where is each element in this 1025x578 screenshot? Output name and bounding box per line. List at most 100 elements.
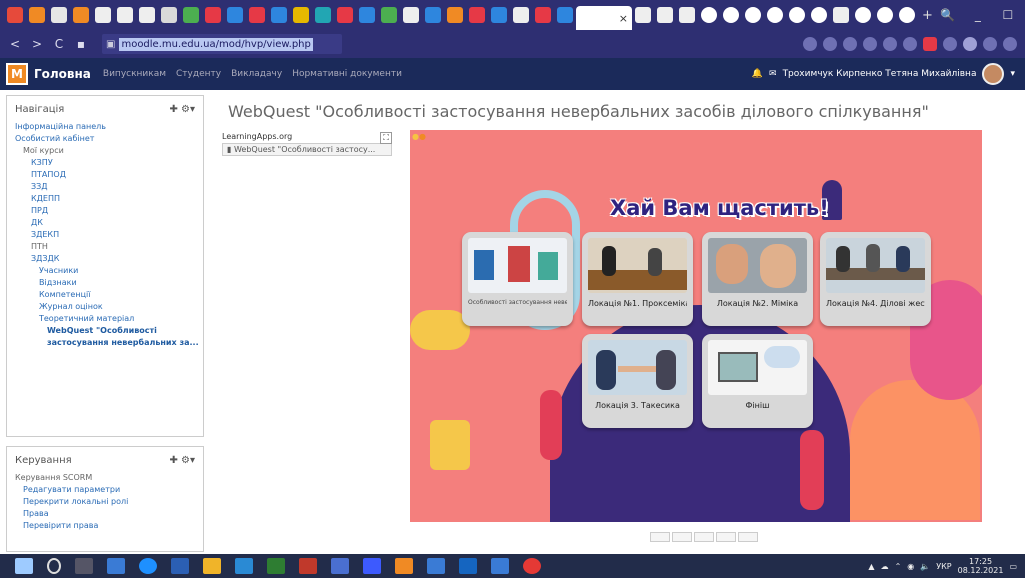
user-name[interactable]: Трохимчук Кирпенко Тетяна Михайлівна	[783, 69, 977, 79]
forward-button[interactable]: >	[28, 37, 46, 51]
nav-item[interactable]: Учасники	[15, 265, 203, 277]
nav-item[interactable]: ЗЗД	[15, 181, 203, 193]
tab-favicon[interactable]	[249, 7, 265, 23]
location-card[interactable]: Фініш	[702, 334, 813, 428]
tab-favicon[interactable]	[337, 7, 353, 23]
taskbar-app-icon[interactable]	[299, 558, 317, 574]
nav-item[interactable]: Особистий кабінет	[15, 133, 203, 145]
location-card[interactable]: Локація 3. Такесика	[582, 334, 693, 428]
excel-icon[interactable]	[267, 558, 285, 574]
start-icon[interactable]	[15, 558, 33, 574]
extension-icon[interactable]	[903, 37, 917, 51]
new-tab-button[interactable]: +	[922, 8, 933, 23]
volume-icon[interactable]: 🔈	[920, 562, 930, 571]
extension-icon[interactable]	[803, 37, 817, 51]
search-icon[interactable]	[47, 558, 61, 574]
notifications-icon[interactable]: 🔔	[752, 69, 763, 79]
tab-favicon[interactable]	[679, 7, 695, 23]
extension-icon[interactable]	[823, 37, 837, 51]
tab-favicon[interactable]	[161, 7, 177, 23]
tab-favicon[interactable]	[701, 7, 717, 23]
active-tab[interactable]: ×	[576, 6, 632, 30]
menu-documents[interactable]: Нормативні документи	[292, 69, 402, 79]
nav-item[interactable]: ЗДЗДК	[15, 253, 203, 265]
nav-item[interactable]: ПРД	[15, 205, 203, 217]
network-icon[interactable]: ◉	[907, 562, 914, 571]
taskbar-app-icon[interactable]	[235, 558, 253, 574]
menu-teacher[interactable]: Викладачу	[231, 69, 282, 79]
extension-icon[interactable]	[863, 37, 877, 51]
taskbar-app-icon[interactable]	[171, 558, 189, 574]
extension-icon[interactable]	[923, 37, 937, 51]
tab-favicon[interactable]	[183, 7, 199, 23]
tab-favicon[interactable]	[271, 7, 287, 23]
tab-favicon[interactable]	[811, 7, 827, 23]
tab-favicon[interactable]	[557, 7, 573, 23]
taskbar-app-icon[interactable]	[459, 558, 477, 574]
taskbar-app-icon[interactable]	[331, 558, 349, 574]
learningapps-title[interactable]: LearningApps.org	[222, 132, 392, 141]
taskbar-app-icon[interactable]	[395, 558, 413, 574]
user-menu-chevron-icon[interactable]: ▾	[1010, 69, 1015, 79]
maximize-button[interactable]: ☐	[993, 8, 1023, 22]
tray-icon[interactable]: ☁	[881, 562, 889, 571]
tab-favicon[interactable]	[117, 7, 133, 23]
location-card[interactable]: Особливості застосування невербальних за…	[462, 232, 573, 326]
language-indicator[interactable]: УКР	[936, 562, 951, 571]
location-card[interactable]: Локація №1. Проксеміка	[582, 232, 693, 326]
reload-button[interactable]: C	[50, 37, 68, 51]
tab-favicon[interactable]	[745, 7, 761, 23]
location-card[interactable]: Локація №2. Міміка	[702, 232, 813, 326]
nav-item[interactable]: Теоретичний матеріал	[15, 313, 203, 325]
extension-icon[interactable]	[843, 37, 857, 51]
back-button[interactable]: <	[6, 37, 24, 51]
nav-item[interactable]: Права	[15, 508, 203, 520]
nav-item[interactable]: ПТН	[15, 241, 203, 253]
tab-favicon[interactable]	[315, 7, 331, 23]
nav-item[interactable]: Інформаційна панель	[15, 121, 203, 133]
task-view-icon[interactable]	[75, 558, 93, 574]
clock[interactable]: 17:25 08.12.2021	[958, 557, 1004, 575]
block-actions-icon[interactable]: ✚ ⚙▾	[169, 455, 195, 466]
tab-favicon[interactable]	[767, 7, 783, 23]
avatar[interactable]	[982, 63, 1005, 85]
tray-icon[interactable]: ▲	[868, 562, 874, 571]
messages-icon[interactable]: ✉	[769, 69, 777, 79]
nav-item[interactable]: Перекрити локальні ролі	[15, 496, 203, 508]
search-tabs-icon[interactable]: 🔍	[933, 8, 963, 22]
site-logo[interactable]: М	[6, 63, 28, 85]
file-explorer-icon[interactable]	[203, 558, 221, 574]
tab-favicon[interactable]	[513, 7, 529, 23]
extension-icon[interactable]	[983, 37, 997, 51]
tab-favicon[interactable]	[447, 7, 463, 23]
home-icon[interactable]: ▪	[72, 37, 90, 51]
tab-favicon[interactable]	[833, 7, 849, 23]
tray-icon[interactable]: ⌃	[895, 562, 902, 571]
nav-item[interactable]: ПТАПОД	[15, 169, 203, 181]
tab-favicon[interactable]	[635, 7, 651, 23]
url-input[interactable]: ▣ moodle.mu.edu.ua/mod/hvp/view.php	[102, 34, 342, 54]
chrome-icon[interactable]	[523, 558, 541, 574]
tab-favicon[interactable]	[139, 7, 155, 23]
edge-icon[interactable]	[139, 558, 157, 574]
tab-favicon[interactable]	[789, 7, 805, 23]
pager-button[interactable]	[694, 532, 714, 542]
tab-favicon[interactable]	[425, 7, 441, 23]
tab-favicon[interactable]	[403, 7, 419, 23]
tab-favicon[interactable]	[29, 7, 45, 23]
nav-item[interactable]: Журнал оцінок	[15, 301, 203, 313]
taskbar-app-icon[interactable]	[491, 558, 509, 574]
pager-button[interactable]	[650, 532, 670, 542]
tab-favicon[interactable]	[95, 7, 111, 23]
pager-button[interactable]	[716, 532, 736, 542]
tab-favicon[interactable]	[51, 7, 67, 23]
tab-favicon[interactable]	[535, 7, 551, 23]
tab-close-icon[interactable]: ×	[619, 12, 628, 25]
menu-icon[interactable]	[1003, 37, 1017, 51]
block-actions-icon[interactable]: ✚ ⚙▾	[169, 104, 195, 115]
menu-student[interactable]: Студенту	[176, 69, 221, 79]
tab-favicon[interactable]	[877, 7, 893, 23]
extension-icon[interactable]	[943, 37, 957, 51]
pager-button[interactable]	[672, 532, 692, 542]
tab-favicon[interactable]	[227, 7, 243, 23]
